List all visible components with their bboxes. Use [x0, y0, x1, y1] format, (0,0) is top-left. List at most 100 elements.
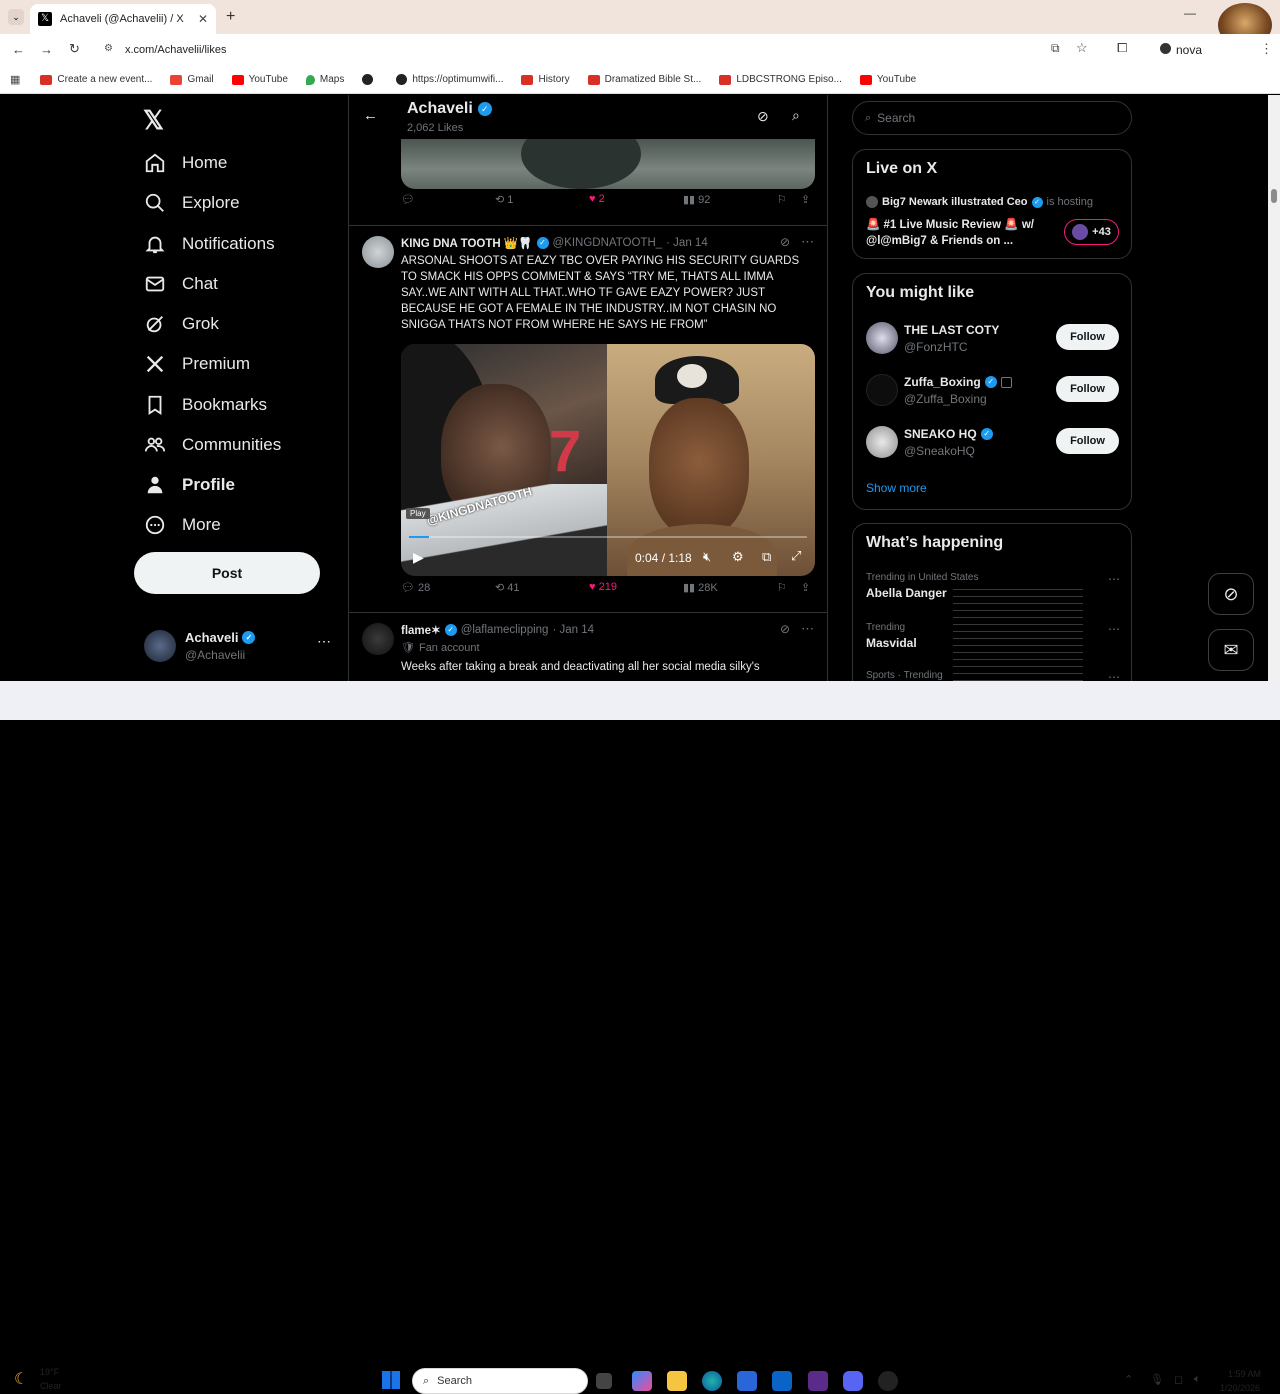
mute-icon[interactable]: 🔇︎ — [703, 549, 711, 565]
like-button[interactable]: ♥ 219 — [589, 581, 617, 593]
views-button[interactable]: ▮▮ 28K — [683, 581, 718, 594]
bookmark-item[interactable]: YouTube — [231, 74, 288, 85]
browser-tab[interactable]: 𝕏 Achaveli (@Achavelii) / X ✕ — [30, 4, 216, 34]
volume-icon[interactable]: 🔈︎ — [1194, 1373, 1201, 1386]
nav-bookmarks[interactable]: Bookmarks — [144, 394, 267, 416]
nav-home[interactable]: Home — [144, 152, 227, 174]
star-icon[interactable]: ☆ — [1076, 40, 1088, 56]
author-handle[interactable]: @laflameclipping — [461, 624, 549, 636]
nav-grok[interactable]: Grok — [144, 313, 219, 335]
site-info-icon[interactable]: ⚙ — [104, 43, 113, 54]
x-logo-icon[interactable]: 𝕏 — [143, 105, 164, 136]
search-icon[interactable]: ⌕ — [792, 107, 800, 124]
new-tab-button[interactable]: + — [226, 8, 235, 26]
profile-label[interactable]: nova — [1176, 43, 1202, 57]
scrollbar[interactable] — [1268, 95, 1280, 681]
suggestion-row[interactable]: Zuffa_Boxing ✓ @Zuffa_Boxing Follow — [853, 370, 1131, 410]
file-explorer-icon[interactable] — [667, 1371, 687, 1391]
more-icon[interactable]: ⋯ — [317, 633, 331, 650]
messages-float-button[interactable]: ✉ — [1208, 629, 1254, 671]
bookmark-item[interactable]: https://optimumwifi... — [396, 74, 503, 85]
avatar[interactable] — [362, 236, 394, 268]
nav-profile[interactable]: Profile — [144, 474, 235, 496]
more-icon[interactable]: ⋯ — [1108, 572, 1120, 586]
bookmark-item[interactable]: YouTube — [859, 74, 916, 85]
reply-icon[interactable]: 💬︎ — [401, 193, 415, 206]
store-icon[interactable] — [737, 1371, 757, 1391]
follow-button[interactable]: Follow — [1056, 324, 1119, 350]
account-switcher[interactable]: Achaveli ✓ @Achavelii ⋯ — [144, 628, 334, 664]
url-field[interactable]: x.com/Achavelii/likes — [125, 44, 226, 56]
bookmark-item[interactable]: Gmail — [170, 74, 214, 85]
tweet-date[interactable]: · Jan 14 — [552, 624, 594, 636]
play-icon[interactable]: ▶ — [413, 549, 424, 566]
video-player[interactable]: 7 @KINGDNATOOTH Play ▶ 0:04 / 1:18 🔇︎ ⚙ — [401, 344, 815, 576]
menu-icon[interactable]: ⋮ — [1260, 41, 1273, 57]
back-arrow-icon[interactable]: ← — [363, 107, 378, 124]
tweet[interactable]: flame✶ ✓ @laflameclipping · Jan 14 ⊘ ⋯ 🛡… — [349, 613, 827, 681]
taskbar-search[interactable]: ⌕ Search — [412, 1368, 588, 1394]
reply-button[interactable]: 💬︎ 28 — [401, 581, 430, 594]
live-description[interactable]: 🚨 #1 Live Music Review 🚨 w/ @l@mBig7 & F… — [866, 217, 1056, 249]
tab-search-button[interactable]: ⌄ — [8, 9, 24, 25]
nav-premium[interactable]: Premium — [144, 353, 250, 375]
views-button[interactable]: ▮▮ 92 — [683, 193, 710, 206]
grok-icon[interactable]: ⊘ — [780, 235, 790, 249]
media-thumbnail[interactable] — [401, 139, 815, 189]
bookmark-item[interactable]: Maps — [305, 74, 344, 85]
nav-explore[interactable]: Explore — [144, 192, 240, 214]
bookmark-item[interactable]: History — [521, 74, 570, 85]
close-tab-icon[interactable]: ✕ — [198, 12, 208, 26]
grok-float-button[interactable]: ⊘ — [1208, 573, 1254, 615]
apps-icon[interactable]: ▦ — [10, 73, 20, 86]
share-icon[interactable]: ⇪ — [801, 193, 810, 206]
bookmark-item[interactable]: LDBCSTRONG Episo... — [719, 74, 842, 85]
bookmark-item[interactable]: Create a new event... — [40, 74, 152, 85]
back-icon[interactable]: ← — [12, 42, 25, 57]
weather-icon[interactable]: ☾ — [14, 1369, 28, 1389]
nav-more[interactable]: More — [144, 514, 221, 536]
grok-icon[interactable]: ⊘ — [757, 108, 769, 125]
clock-time[interactable]: 1:59 AM — [1228, 1369, 1261, 1379]
nav-notifications[interactable]: Notifications — [144, 233, 275, 255]
obs-icon[interactable] — [878, 1371, 898, 1391]
fullscreen-icon[interactable]: ⤢ — [791, 548, 801, 564]
install-icon[interactable]: ⧉ — [1051, 41, 1060, 56]
bookmark-icon[interactable]: ⚐ — [777, 581, 787, 594]
bookmark-item[interactable] — [362, 74, 378, 85]
windows-start-icon[interactable] — [382, 1371, 400, 1389]
tray-chevron-icon[interactable]: ⌃ — [1124, 1373, 1133, 1386]
bookmark-item[interactable]: Dramatized Bible St... — [587, 74, 701, 85]
bookmark-icon[interactable]: ⚐ — [777, 193, 787, 206]
like-button[interactable]: ♥ 2 — [589, 193, 605, 205]
follow-button[interactable]: Follow — [1056, 428, 1119, 454]
post-button[interactable]: Post — [134, 552, 320, 594]
forward-icon[interactable]: → — [40, 42, 53, 57]
network-icon[interactable]: ◻ — [1174, 1373, 1183, 1386]
retweet-button[interactable]: ⟲ 41 — [495, 581, 520, 594]
author-name[interactable]: flame✶ — [401, 623, 441, 637]
task-view-icon[interactable] — [596, 1373, 612, 1389]
nav-chat[interactable]: Chat — [144, 273, 218, 295]
nav-communities[interactable]: Communities — [144, 434, 281, 456]
settings-icon[interactable]: ⚙ — [732, 549, 744, 565]
reload-icon[interactable]: ↻ — [69, 41, 80, 57]
tweet-date[interactable]: · Jan 14 — [666, 237, 708, 249]
more-icon[interactable]: ⋯ — [801, 234, 814, 250]
more-icon[interactable]: ⋯ — [801, 621, 814, 637]
grok-icon[interactable]: ⊘ — [780, 622, 790, 636]
suggestion-row[interactable]: SNEAKO HQ ✓ @SneakoHQ Follow — [853, 422, 1131, 462]
live-host-row[interactable]: Big7 Newark illustrated Ceo ✓ is hosting — [866, 196, 1093, 208]
avatar[interactable] — [362, 623, 394, 655]
mic-icon[interactable]: 🎙︎ — [1150, 1373, 1164, 1386]
outlook-icon[interactable] — [772, 1371, 792, 1391]
tweet[interactable]: KING DNA TOOTH 👑🦷 ✓ @KINGDNATOOTH_ · Jan… — [349, 226, 827, 612]
minimize-button[interactable]: — — [1184, 6, 1196, 20]
suggestion-row[interactable]: THE LAST COTY @FonzHTC Follow — [853, 318, 1131, 358]
more-icon[interactable]: ⋯ — [1108, 670, 1120, 681]
extensions-icon[interactable]: ⧠ — [1117, 40, 1127, 56]
more-icon[interactable]: ⋯ — [1108, 622, 1120, 636]
discord-icon[interactable] — [843, 1371, 863, 1391]
author-handle[interactable]: @KINGDNATOOTH_ — [553, 237, 663, 249]
retweet-button[interactable]: ⟲ 1 — [495, 193, 513, 206]
